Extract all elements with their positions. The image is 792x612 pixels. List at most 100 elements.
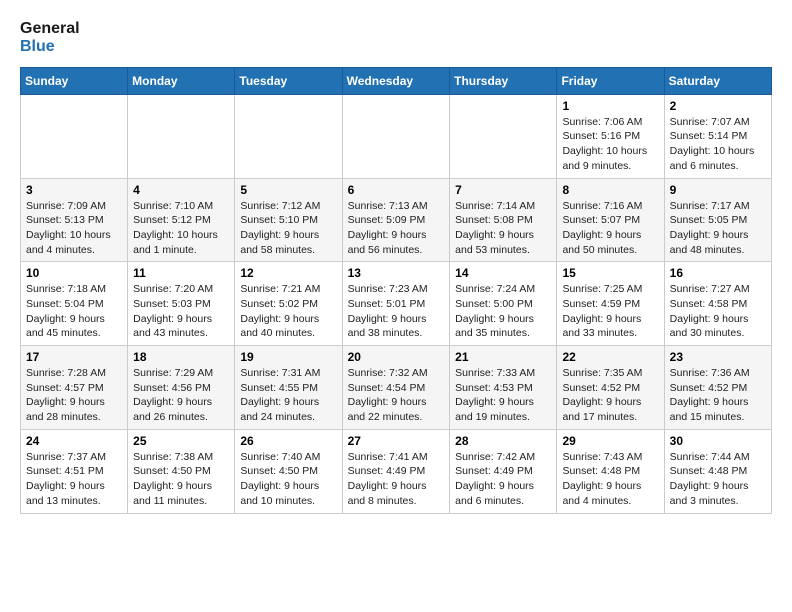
week-row-2: 3 Sunrise: 7:09 AMSunset: 5:13 PMDaylight…	[21, 178, 772, 262]
day-info: Sunrise: 7:17 AMSunset: 5:05 PMDaylight:…	[670, 199, 766, 258]
day-info: Sunrise: 7:13 AMSunset: 5:09 PMDaylight:…	[348, 199, 445, 258]
week-row-4: 17Sunrise: 7:28 AMSunset: 4:57 PMDayligh…	[21, 346, 772, 430]
day-cell: 12Sunrise: 7:21 AMSunset: 5:02 PMDayligh…	[235, 262, 342, 346]
day-number: 25	[133, 434, 229, 448]
day-number: 15	[562, 266, 658, 280]
day-number: 16	[670, 266, 766, 280]
day-info: Sunrise: 7:36 AMSunset: 4:52 PMDaylight:…	[670, 366, 766, 425]
day-cell: 16 Sunrise: 7:27 AMSunset: 4:58 PMDayligh…	[664, 262, 771, 346]
week-row-5: 24 Sunrise: 7:37 AMSunset: 4:51 PMDayligh…	[21, 429, 772, 513]
day-cell: 14 Sunrise: 7:24 AMSunset: 5:00 PMDayligh…	[450, 262, 557, 346]
day-number: 9	[670, 183, 766, 197]
day-number: 13	[348, 266, 445, 280]
day-cell: 5Sunrise: 7:12 AMSunset: 5:10 PMDaylight…	[235, 178, 342, 262]
day-cell: 30 Sunrise: 7:44 AMSunset: 4:48 PMDayligh…	[664, 429, 771, 513]
day-info: Sunrise: 7:25 AMSunset: 4:59 PMDaylight:…	[562, 282, 658, 341]
day-info: Sunrise: 7:23 AMSunset: 5:01 PMDaylight:…	[348, 282, 445, 341]
weekday-header-saturday: Saturday	[664, 67, 771, 94]
day-cell: 21 Sunrise: 7:33 AMSunset: 4:53 PMDayligh…	[450, 346, 557, 430]
day-info: Sunrise: 7:44 AMSunset: 4:48 PMDaylight:…	[670, 450, 766, 509]
day-info: Sunrise: 7:20 AMSunset: 5:03 PMDaylight:…	[133, 282, 229, 341]
day-cell: 1 Sunrise: 7:06 AMSunset: 5:16 PMDaylight…	[557, 94, 664, 178]
day-cell	[21, 94, 128, 178]
day-info: Sunrise: 7:24 AMSunset: 5:00 PMDaylight:…	[455, 282, 551, 341]
week-row-1: 1 Sunrise: 7:06 AMSunset: 5:16 PMDaylight…	[21, 94, 772, 178]
day-cell	[235, 94, 342, 178]
day-number: 21	[455, 350, 551, 364]
day-cell: 26 Sunrise: 7:40 AMSunset: 4:50 PMDayligh…	[235, 429, 342, 513]
day-number: 19	[240, 350, 336, 364]
day-number: 30	[670, 434, 766, 448]
day-info: Sunrise: 7:09 AMSunset: 5:13 PMDaylight:…	[26, 199, 122, 258]
calendar-header: SundayMondayTuesdayWednesdayThursdayFrid…	[21, 67, 772, 94]
day-cell: 8 Sunrise: 7:16 AMSunset: 5:07 PMDaylight…	[557, 178, 664, 262]
day-cell: 27 Sunrise: 7:41 AMSunset: 4:49 PMDayligh…	[342, 429, 450, 513]
week-row-3: 10 Sunrise: 7:18 AMSunset: 5:04 PMDayligh…	[21, 262, 772, 346]
logo-general: General	[20, 20, 80, 38]
day-cell: 3 Sunrise: 7:09 AMSunset: 5:13 PMDaylight…	[21, 178, 128, 262]
day-cell: 6 Sunrise: 7:13 AMSunset: 5:09 PMDaylight…	[342, 178, 450, 262]
day-number: 14	[455, 266, 551, 280]
day-cell: 17Sunrise: 7:28 AMSunset: 4:57 PMDayligh…	[21, 346, 128, 430]
logo: GeneralBlue	[20, 20, 80, 57]
day-cell: 23 Sunrise: 7:36 AMSunset: 4:52 PMDayligh…	[664, 346, 771, 430]
day-info: Sunrise: 7:18 AMSunset: 5:04 PMDaylight:…	[26, 282, 122, 341]
day-cell: 29Sunrise: 7:43 AMSunset: 4:48 PMDayligh…	[557, 429, 664, 513]
day-cell: 28Sunrise: 7:42 AMSunset: 4:49 PMDayligh…	[450, 429, 557, 513]
day-cell: 15 Sunrise: 7:25 AMSunset: 4:59 PMDayligh…	[557, 262, 664, 346]
day-cell: 24 Sunrise: 7:37 AMSunset: 4:51 PMDayligh…	[21, 429, 128, 513]
day-number: 20	[348, 350, 445, 364]
day-info: Sunrise: 7:16 AMSunset: 5:07 PMDaylight:…	[562, 199, 658, 258]
day-info: Sunrise: 7:27 AMSunset: 4:58 PMDaylight:…	[670, 282, 766, 341]
day-number: 6	[348, 183, 445, 197]
day-info: Sunrise: 7:12 AMSunset: 5:10 PMDaylight:…	[240, 199, 336, 258]
day-cell: 10 Sunrise: 7:18 AMSunset: 5:04 PMDayligh…	[21, 262, 128, 346]
day-info: Sunrise: 7:29 AMSunset: 4:56 PMDaylight:…	[133, 366, 229, 425]
weekday-header-tuesday: Tuesday	[235, 67, 342, 94]
day-cell: 4 Sunrise: 7:10 AMSunset: 5:12 PMDaylight…	[128, 178, 235, 262]
day-info: Sunrise: 7:07 AMSunset: 5:14 PMDaylight:…	[670, 115, 766, 174]
day-number: 27	[348, 434, 445, 448]
day-cell	[342, 94, 450, 178]
weekday-header-monday: Monday	[128, 67, 235, 94]
day-number: 2	[670, 99, 766, 113]
day-number: 8	[562, 183, 658, 197]
day-cell: 20Sunrise: 7:32 AMSunset: 4:54 PMDayligh…	[342, 346, 450, 430]
day-info: Sunrise: 7:41 AMSunset: 4:49 PMDaylight:…	[348, 450, 445, 509]
day-number: 11	[133, 266, 229, 280]
day-cell: 18Sunrise: 7:29 AMSunset: 4:56 PMDayligh…	[128, 346, 235, 430]
day-info: Sunrise: 7:21 AMSunset: 5:02 PMDaylight:…	[240, 282, 336, 341]
header-row: SundayMondayTuesdayWednesdayThursdayFrid…	[21, 67, 772, 94]
day-number: 4	[133, 183, 229, 197]
day-info: Sunrise: 7:28 AMSunset: 4:57 PMDaylight:…	[26, 366, 122, 425]
day-cell: 7 Sunrise: 7:14 AMSunset: 5:08 PMDaylight…	[450, 178, 557, 262]
day-number: 26	[240, 434, 336, 448]
day-info: Sunrise: 7:14 AMSunset: 5:08 PMDaylight:…	[455, 199, 551, 258]
logo-blue: Blue	[20, 38, 80, 56]
day-cell: 11 Sunrise: 7:20 AMSunset: 5:03 PMDayligh…	[128, 262, 235, 346]
day-number: 3	[26, 183, 122, 197]
day-info: Sunrise: 7:35 AMSunset: 4:52 PMDaylight:…	[562, 366, 658, 425]
day-cell: 19Sunrise: 7:31 AMSunset: 4:55 PMDayligh…	[235, 346, 342, 430]
day-info: Sunrise: 7:06 AMSunset: 5:16 PMDaylight:…	[562, 115, 658, 174]
day-number: 7	[455, 183, 551, 197]
weekday-header-sunday: Sunday	[21, 67, 128, 94]
day-cell	[128, 94, 235, 178]
page-header: GeneralBlue	[20, 20, 772, 57]
day-number: 1	[562, 99, 658, 113]
weekday-header-friday: Friday	[557, 67, 664, 94]
day-info: Sunrise: 7:40 AMSunset: 4:50 PMDaylight:…	[240, 450, 336, 509]
day-info: Sunrise: 7:33 AMSunset: 4:53 PMDaylight:…	[455, 366, 551, 425]
calendar-body: 1 Sunrise: 7:06 AMSunset: 5:16 PMDaylight…	[21, 94, 772, 513]
day-info: Sunrise: 7:38 AMSunset: 4:50 PMDaylight:…	[133, 450, 229, 509]
day-number: 23	[670, 350, 766, 364]
day-number: 24	[26, 434, 122, 448]
day-info: Sunrise: 7:10 AMSunset: 5:12 PMDaylight:…	[133, 199, 229, 258]
weekday-header-thursday: Thursday	[450, 67, 557, 94]
day-cell: 25 Sunrise: 7:38 AMSunset: 4:50 PMDayligh…	[128, 429, 235, 513]
day-number: 22	[562, 350, 658, 364]
weekday-header-wednesday: Wednesday	[342, 67, 450, 94]
day-number: 29	[562, 434, 658, 448]
day-info: Sunrise: 7:37 AMSunset: 4:51 PMDaylight:…	[26, 450, 122, 509]
day-number: 10	[26, 266, 122, 280]
